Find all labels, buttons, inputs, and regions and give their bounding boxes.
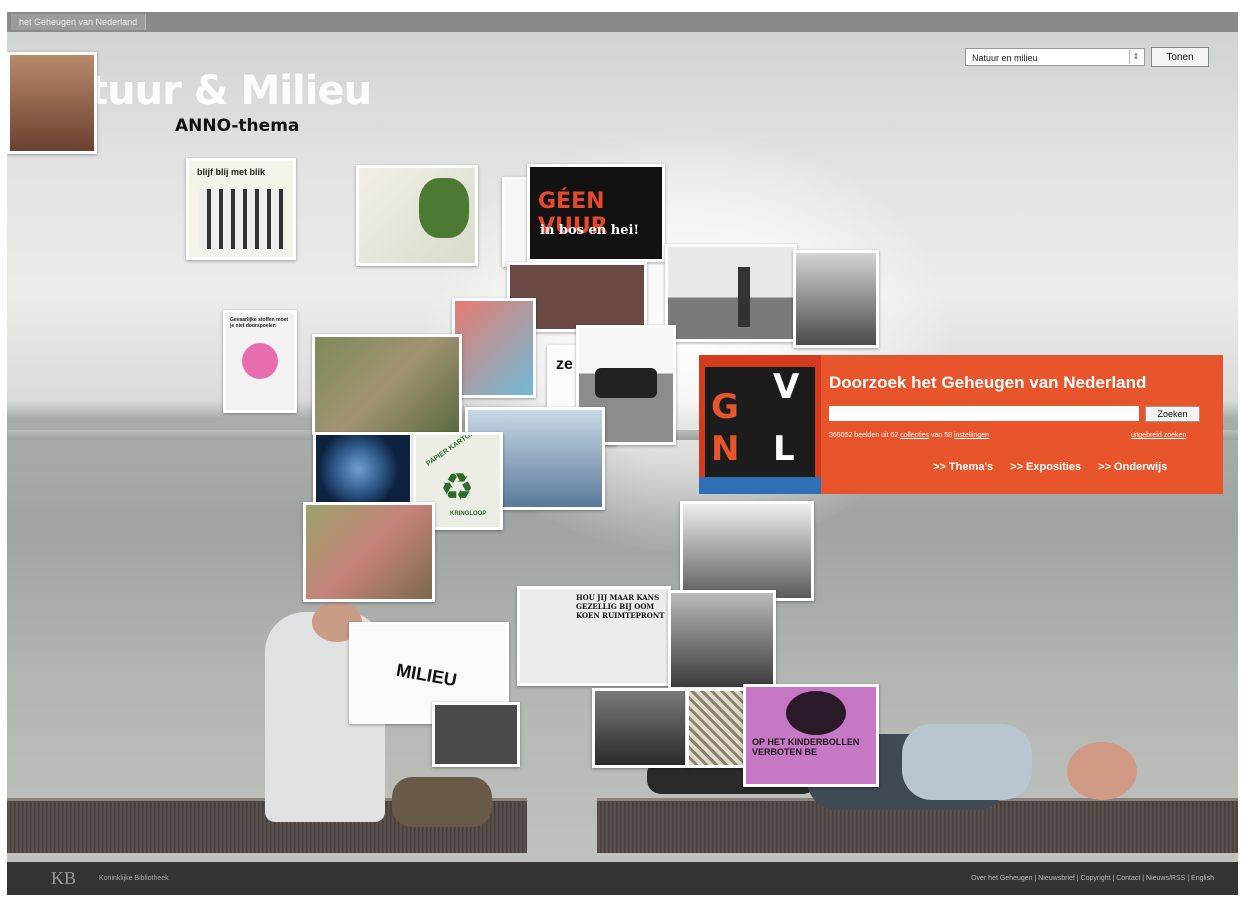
tile-watering-can[interactable] [452,298,536,398]
tile-milieu-caption: MILIEU [394,659,459,691]
search-heading: Doorzoek het Geheugen van Nederland [829,373,1147,392]
search-stats: 365052 beelden uit 62 collecties van 58 … [829,432,989,439]
logo-letter-g: G [711,387,739,427]
tile-gevaarlijk[interactable]: Gevaarlijke stoffen moet je niet doorspo… [223,310,297,413]
tile-blij-caption: blijf blij met blik [197,167,266,177]
tile-traffic[interactable] [592,688,688,768]
chevron-updown-icon: ⇕ [1129,50,1142,64]
gvnl-logo: G V N L [699,355,821,494]
page-subtitle: ANNO-thema [175,116,300,136]
tile-pink-tree [786,691,846,735]
tile-recycle-caption: PAPIER KARTON [425,432,477,468]
tile-blij-figures [199,189,285,249]
bag [392,777,492,827]
tile-geen-vuur[interactable]: GÉEN VUUR in bos en hei! [527,164,665,262]
nav-onderwijs-link[interactable]: >> Onderwijs [1098,461,1167,473]
tile-men-carts[interactable] [668,590,776,690]
tonen-button[interactable]: Tonen [1151,47,1209,67]
gvnl-logo-inner: G V N L [705,367,815,477]
tile-tree-trunks[interactable] [312,334,462,435]
footer: KB Koninklijke Bibliotheek Over het Gehe… [7,862,1238,895]
collecties-link[interactable]: collecties [900,432,929,439]
theme-select-value: Natuur en milieu [972,53,1038,63]
search-nav: >> Thema's >> Exposities >> Onderwijs [933,461,1181,473]
page-title: tuur & Milieu [89,68,372,114]
tile-woman-fur[interactable] [7,52,97,154]
tile-recycle-label: KRINGLOOP [450,511,487,517]
tile-comic-caption: HOU JIJ MAAR KANS GEZELLIG BIJ OOM KOEN … [576,593,665,620]
tile-polder-sign[interactable] [665,244,797,342]
tile-geen-vuur-subcaption: in bos en hei! [540,223,640,238]
footer-links[interactable]: Over het Geheugen | Nieuwsbrief | Copyri… [971,875,1214,882]
stats-mid: van 58 [931,432,953,439]
tile-pink-poster[interactable]: OP HET KINDERBOLLEN VERBOTEN BE [743,684,879,787]
theme-select[interactable]: Natuur en milieu ⇕ [965,48,1145,66]
nav-themas-link[interactable]: >> Thema's [933,461,993,473]
kb-logo[interactable]: KB [51,868,76,889]
top-bar: het Geheugen van Nederland [7,12,1238,32]
logo-letter-l: L [773,429,795,469]
tile-two-men[interactable] [793,250,879,348]
tile-child-portrait[interactable] [680,501,814,601]
search-input[interactable] [829,406,1139,421]
tile-man-plant[interactable] [356,165,478,266]
tile-blij-met-blik[interactable]: blijf blij met blik [186,158,296,260]
advanced-search-link[interactable]: uitgebreid zoeken [1131,432,1186,439]
kb-name: Koninklijke Bibliotheek [99,875,169,882]
logo-letter-n: N [711,429,740,469]
tile-gevaarlijk-caption: Gevaarlijke stoffen moet je niet doorspo… [230,317,289,329]
tile-signpost [738,267,750,327]
nav-exposities-link[interactable]: >> Exposities [1010,461,1081,473]
stats-prefix: 365052 beelden uit 62 [829,432,899,439]
lying-man-head [1067,742,1137,800]
cow-icon [595,368,657,398]
logo-blue-bar [699,477,821,494]
recycle-icon: ♻ [440,467,475,509]
tile-plant [419,178,469,238]
search-panel: G V N L Doorzoek het Geheugen van Nederl… [699,355,1223,494]
page-frame: het Geheugen van Nederland tuur & Milieu… [7,12,1238,895]
tile-children-nature[interactable] [303,502,435,602]
instellingen-link[interactable]: instellingen [954,432,989,439]
lying-man-shirt [902,724,1032,800]
tile-dark-photo[interactable] [432,702,520,767]
logo-letter-v: V [773,367,800,407]
tile-comic[interactable]: HOU JIJ MAAR KANS GEZELLIG BIJ OOM KOEN … [517,586,671,686]
site-tab[interactable]: het Geheugen van Nederland [11,14,147,30]
tile-pink-caption: OP HET KINDERBOLLEN VERBOTEN BE [752,737,860,757]
zoeken-button[interactable]: Zoeken [1145,406,1200,422]
skull-icon [242,343,278,379]
